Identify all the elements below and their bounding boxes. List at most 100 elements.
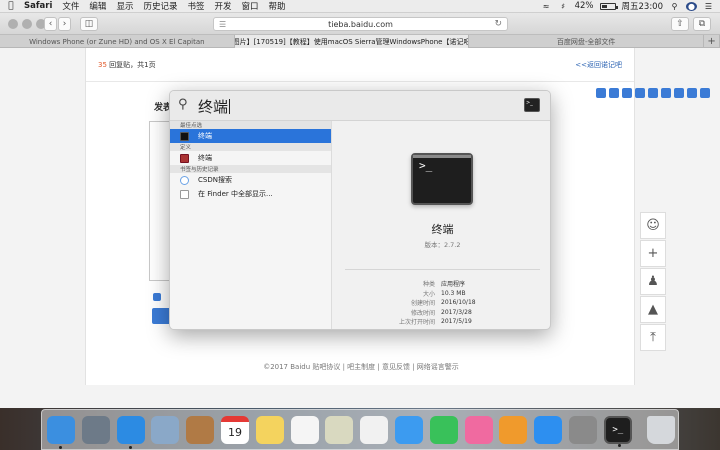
add-button[interactable]: + xyxy=(640,240,666,267)
preview-version: 版本：2.7.2 xyxy=(424,241,461,249)
tabs-overview-button[interactable]: ⧉ xyxy=(693,17,711,31)
dock-app-calendar[interactable]: 19 xyxy=(220,415,249,444)
editor-tool-icon[interactable] xyxy=(648,88,658,98)
preview-divider xyxy=(345,269,540,270)
editor-tool-icon[interactable] xyxy=(700,88,710,98)
safari-bookmark-icon xyxy=(180,175,189,185)
wifi-icon[interactable]: ≈ xyxy=(541,2,552,11)
text-caret xyxy=(229,99,231,114)
dock-app-system-preferences[interactable] xyxy=(568,415,597,444)
category-top-hit: 最佳点选 xyxy=(170,121,331,129)
dock-app-notes[interactable] xyxy=(255,415,284,444)
menu-develop[interactable]: 开发 xyxy=(214,0,231,12)
reply-count-text: 回复贴，共1页 xyxy=(106,61,156,69)
menu-view[interactable]: 显示 xyxy=(116,0,133,12)
chevron-left-icon: ‹ xyxy=(48,19,53,29)
terminal-app-icon: >_ xyxy=(411,153,473,205)
dock-app-preview[interactable] xyxy=(325,415,354,444)
result-label: 在 Finder 中全部显示... xyxy=(198,190,273,198)
dock-app-terminal[interactable]: >_ xyxy=(603,415,632,447)
editor-tool-icon[interactable] xyxy=(635,88,645,98)
back-to-forum-link[interactable]: <<返回诺记吧 xyxy=(575,60,622,70)
menu-help[interactable]: 帮助 xyxy=(269,0,286,12)
back-to-top-button[interactable]: ⤒ xyxy=(640,324,666,351)
editor-tool-icon[interactable] xyxy=(609,88,619,98)
tab-windows-phone[interactable]: Windows Phone (or Zune HD) and OS X El C… xyxy=(0,35,235,48)
dock-app-mail[interactable] xyxy=(151,415,180,444)
dock-app-messages[interactable] xyxy=(394,415,423,444)
menu-app-name[interactable]: Safari xyxy=(24,1,52,11)
notification-center-icon[interactable]: ☰ xyxy=(703,2,714,11)
tab-bar: Windows Phone (or Zune HD) and OS X El C… xyxy=(0,35,720,48)
sidebar-button[interactable]: ◫ xyxy=(80,17,98,31)
menu-edit[interactable]: 编辑 xyxy=(89,0,106,12)
terminal-prompt: >_ xyxy=(419,159,433,172)
mascot-button[interactable]: ☺ xyxy=(640,212,666,239)
result-definition[interactable]: 终端 xyxy=(170,151,331,165)
dock-app-launchpad[interactable] xyxy=(81,415,110,444)
user-button[interactable]: ♟ xyxy=(640,268,666,295)
tab-tieba-tutorial[interactable]: 【图片】[170519]【教程】使用macOS Sierra管理WindowsP… xyxy=(234,35,470,48)
user-avatar-icon[interactable]: ● xyxy=(686,1,697,11)
editor-toolbar xyxy=(596,88,710,98)
arrow-up-icon: ⤒ xyxy=(650,330,656,345)
user-icon: ♟ xyxy=(647,274,659,289)
dock-app-itunes[interactable] xyxy=(464,415,493,444)
spotlight-search-bar[interactable]: ⚲ 终端 >_ xyxy=(170,91,550,121)
result-terminal-app[interactable]: 终端 xyxy=(170,129,331,143)
share-button[interactable]: ⇧ xyxy=(671,17,689,31)
result-csdn-search[interactable]: CSDN搜索 xyxy=(170,173,331,187)
back-button[interactable]: ‹ xyxy=(44,17,57,31)
dock-app-photos[interactable] xyxy=(360,415,389,444)
meta-value: 应用程序 xyxy=(441,281,466,289)
dock-app-reminders[interactable] xyxy=(290,415,319,444)
editor-tool-icon[interactable] xyxy=(596,88,606,98)
dock-app-app-store[interactable] xyxy=(534,415,563,444)
dock-app-contacts[interactable] xyxy=(186,415,215,444)
editor-tool-icon[interactable] xyxy=(687,88,697,98)
menu-clock[interactable]: 周五23:00 xyxy=(622,0,664,12)
tab-baidu-pan[interactable]: 百度网盘-全部文件 xyxy=(469,35,705,48)
result-label: CSDN搜索 xyxy=(198,176,232,184)
battery-percent: 42% xyxy=(574,1,594,11)
spotlight-query-text: 终端 xyxy=(198,98,229,116)
forward-button[interactable]: › xyxy=(58,17,71,31)
menu-bookmarks[interactable]: 书签 xyxy=(187,0,204,12)
spotlight-icon[interactable]: ⚲ xyxy=(669,2,680,11)
editor-tool-icon[interactable] xyxy=(674,88,684,98)
dock-app-finder[interactable] xyxy=(47,415,75,449)
apple-icon[interactable]:  xyxy=(6,1,16,11)
menu-file[interactable]: 文件 xyxy=(62,0,79,12)
battery-fill xyxy=(601,4,607,8)
menu-history[interactable]: 历史记录 xyxy=(143,0,177,12)
plus-icon: + xyxy=(707,36,716,47)
address-bar[interactable]: ☰ tieba.baidu.com ↻ xyxy=(213,17,508,31)
result-label: 终端 xyxy=(198,132,212,140)
dictionary-icon xyxy=(180,153,189,163)
spotlight-query-input[interactable]: 终端 xyxy=(198,96,231,117)
menu-window[interactable]: 窗口 xyxy=(242,0,259,12)
chevron-right-icon: › xyxy=(62,19,67,29)
meta-row: 大小 10.3 MB xyxy=(333,289,550,299)
tabs-icon: ⧉ xyxy=(698,19,706,29)
volume-icon[interactable]: ♯ xyxy=(558,2,569,11)
minimize-window-button[interactable] xyxy=(22,19,32,29)
dock-app-safari[interactable] xyxy=(116,415,145,449)
new-tab-button[interactable]: + xyxy=(704,35,720,48)
battery-icon[interactable] xyxy=(599,2,618,10)
dock-app-label: >_ xyxy=(612,424,624,435)
lab-button[interactable]: ▲ xyxy=(640,296,666,323)
dock-app-facetime[interactable] xyxy=(429,415,458,444)
reload-icon[interactable]: ↻ xyxy=(494,19,502,29)
meta-value: 2017/5/19 xyxy=(441,318,472,326)
editor-tool-icon[interactable] xyxy=(622,88,632,98)
editor-tool-icon[interactable] xyxy=(661,88,671,98)
dock-app-ibooks[interactable] xyxy=(499,415,528,444)
result-show-all-in-finder[interactable]: 在 Finder 中全部显示... xyxy=(170,187,331,201)
meta-key: 种类 xyxy=(422,281,435,289)
dock-app-trash[interactable] xyxy=(646,415,675,444)
result-label: 终端 xyxy=(198,154,212,162)
option-checkbox[interactable] xyxy=(153,293,161,301)
close-window-button[interactable] xyxy=(8,19,18,29)
reader-icon[interactable]: ☰ xyxy=(219,20,226,29)
